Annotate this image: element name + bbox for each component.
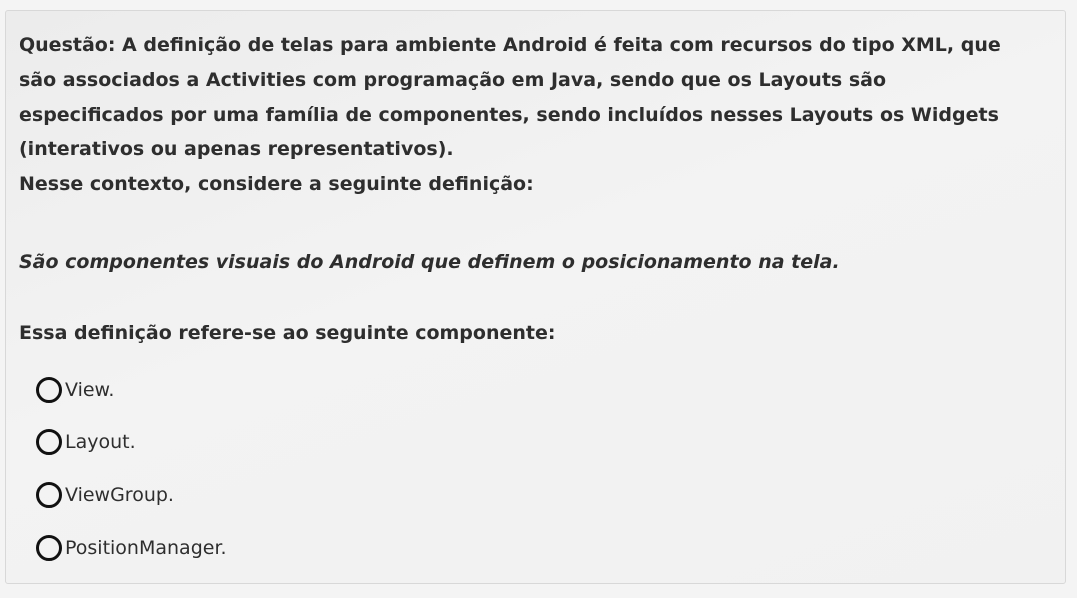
question-line: são associados a Activities com programa… [19,68,887,91]
radio-unchecked-icon[interactable] [36,535,62,561]
question-line: Questão: A definição de telas para ambie… [19,34,1001,56]
radio-unchecked-icon[interactable] [36,482,62,508]
radio-unchecked-icon[interactable] [36,377,62,403]
question-prompt: Essa definição refere-se ao seguinte com… [19,322,556,344]
answer-option-viewgroup[interactable]: ViewGroup. [36,478,174,512]
answer-option-positionmanager[interactable]: PositionManager. [36,531,227,565]
radio-unchecked-icon[interactable] [36,429,62,455]
answer-option-label[interactable]: Layout. [65,431,136,453]
answer-option-label[interactable]: View. [65,379,114,401]
question-line: especificados por uma família de compone… [19,103,999,126]
question-line: Nesse contexto, considere a seguinte def… [19,173,534,196]
question-text: Questão: A definição de telas para ambie… [19,28,1059,202]
answer-option-label[interactable]: PositionManager. [65,537,227,559]
answer-option-label[interactable]: ViewGroup. [65,484,174,506]
answer-option-layout[interactable]: Layout. [36,425,136,459]
answer-option-view[interactable]: View. [36,373,114,407]
question-card: Questão: A definição de telas para ambie… [5,10,1066,584]
definition-text: São componentes visuais do Android que d… [19,251,840,273]
question-line: (interativos ou apenas representativos). [19,138,454,161]
